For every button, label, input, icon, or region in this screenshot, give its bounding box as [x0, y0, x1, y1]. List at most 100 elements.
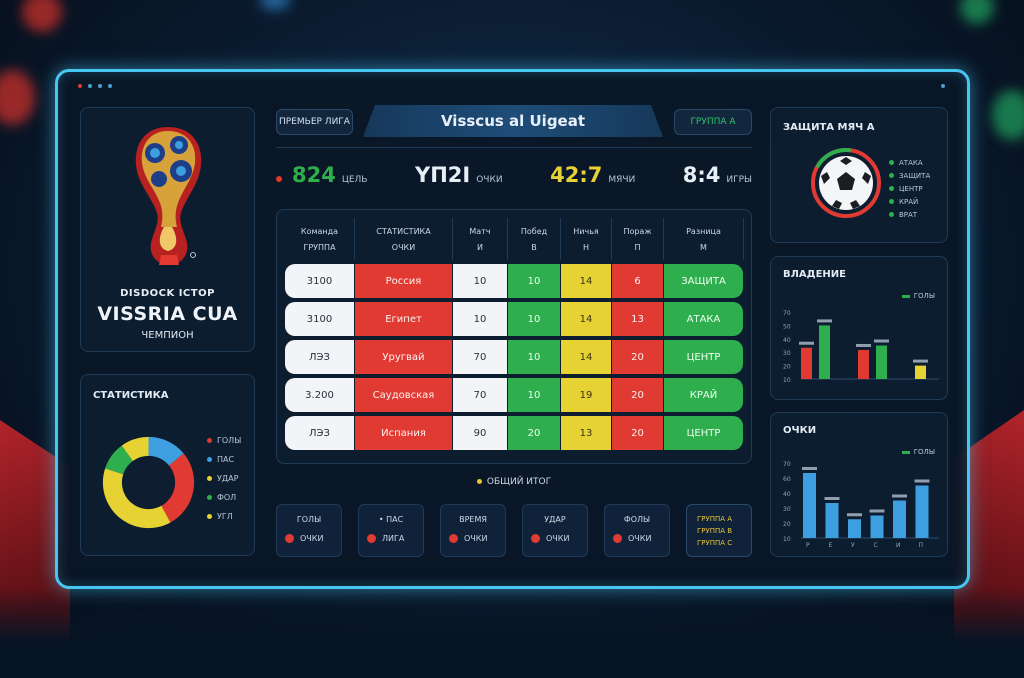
table-cell: 13 — [561, 416, 611, 450]
y-tick-label: 30 — [783, 506, 791, 513]
group-pill[interactable]: ГРУППА А — [674, 109, 752, 135]
stat-card-label: ОЧКИ — [300, 534, 324, 543]
legend-dot-icon — [207, 457, 212, 462]
score-value: 824 — [292, 163, 336, 187]
column-header-sublabel: Н — [582, 243, 589, 252]
legend-item: ЗАЩИТА — [889, 169, 930, 182]
table-cell: Саудовская — [355, 378, 452, 412]
table-cell: 20 — [508, 416, 560, 450]
table-cell: 3100 — [285, 264, 354, 298]
soccer-ball-icon — [811, 148, 881, 218]
legend-label: АТАКА — [899, 158, 923, 167]
stat-card-label: ОЧКИ — [628, 534, 652, 543]
background-floor — [0, 588, 1024, 678]
stat-card[interactable]: УДАР ОЧКИ — [522, 504, 588, 557]
score-value: 42:7 — [550, 163, 603, 187]
bar — [870, 515, 884, 538]
column-header[interactable]: Пораж П — [612, 218, 664, 260]
stat-card[interactable]: ФОЛЫ ОЧКИ — [604, 504, 670, 557]
bar-label-marker — [913, 359, 928, 363]
bar-chart-2: 70 60 40 30 20 10 Р Е У С И П — [783, 461, 939, 549]
league-pill[interactable]: ПРЕМЬЕР ЛИГА — [276, 109, 353, 135]
logo-caption: DISDOCK ICTOP — [120, 288, 215, 299]
footer-dot — [476, 479, 482, 484]
table-cell: Россия — [355, 264, 452, 298]
column-header-label: Разница — [686, 227, 721, 236]
legend-item: ГОЛЫ — [207, 431, 241, 450]
column-header[interactable]: Разница М — [664, 218, 744, 260]
column-header-sublabel: ГРУППА — [303, 243, 336, 252]
legend-label: ГОЛЫ — [217, 436, 242, 445]
column-header[interactable]: Ничья Н — [561, 218, 612, 260]
column-header[interactable]: Команда ГРУППА — [285, 218, 355, 260]
column-header-label: Пораж — [623, 227, 652, 236]
table-cell: ЦЕНТР — [664, 340, 743, 374]
stat-card-label: ОЧКИ — [464, 534, 488, 543]
legend-dot-icon — [889, 199, 894, 204]
table-cell: ЛЭЗ — [285, 416, 354, 450]
page-title: Visscus al Uigeat — [363, 105, 663, 137]
table-cell: 20 — [612, 340, 663, 374]
stat-card[interactable]: ВРЕМЯ ОЧКИ — [440, 504, 506, 557]
table-cell: 10 — [508, 340, 560, 374]
table-cell: 14 — [561, 264, 611, 298]
bar — [858, 349, 869, 379]
stat-card[interactable]: • ПАС ЛИГА — [358, 504, 424, 557]
bar-chart-1: 70 50 40 30 20 10 — [783, 310, 939, 384]
donut-hole — [122, 456, 175, 509]
bar — [803, 473, 816, 538]
donut-title: СТАТИСТИКА — [93, 390, 169, 401]
stat-card-value: ОЧКИ — [531, 534, 569, 543]
live-dot-icon — [276, 176, 282, 182]
stat-card-dot-icon — [449, 534, 458, 543]
legend-label: КРАЙ — [899, 197, 919, 206]
legend-item: КРАЙ — [889, 195, 930, 208]
dashboard-frame: DISDOCK ICTOP VISSRIA CUA ЧЕМПИОН СТАТИС… — [55, 69, 970, 589]
logo-title: VISSRIA CUA — [97, 303, 238, 325]
column-header[interactable]: Матч И — [453, 218, 508, 260]
x-tick-label: И — [896, 542, 901, 549]
table-cell: 10 — [453, 302, 507, 336]
bar — [915, 485, 929, 538]
legend-label: ЗАЩИТА — [899, 171, 931, 180]
stat-card-dot-icon — [613, 534, 622, 543]
score-label: ЦЕЛЬ — [341, 175, 368, 185]
ball-panel-title: ЗАЩИТА МЯЧ А — [783, 122, 875, 133]
y-tick-label: 20 — [783, 521, 791, 528]
bar-label-marker — [799, 341, 814, 345]
legend-dot-icon — [207, 495, 212, 500]
table-cell: 19 — [561, 378, 611, 412]
table-cell: 6 — [612, 264, 663, 298]
x-tick-label: Р — [806, 542, 810, 549]
bar-label-marker — [869, 509, 885, 513]
bar — [915, 365, 926, 379]
legend-label: ПАС — [217, 455, 235, 464]
table-cell: 10 — [453, 264, 507, 298]
y-tick-label: 20 — [783, 364, 791, 371]
bar-label-marker — [856, 343, 871, 347]
background-glow-blue — [260, 0, 290, 10]
column-header-sublabel: ОЧКИ — [391, 243, 416, 252]
legend-label: ВРАТ — [899, 210, 918, 219]
column-header[interactable]: СТАТИСТИКА ОЧКИ — [355, 218, 453, 260]
bar — [893, 500, 906, 538]
stat-card-value: ОЧКИ — [285, 534, 323, 543]
stat-card-label: ЛИГА — [382, 534, 405, 543]
table-cell: АТАКА — [664, 302, 743, 336]
table-cell: 3100 — [285, 302, 354, 336]
table-cell: Испания — [355, 416, 452, 450]
x-tick-label: Е — [829, 542, 833, 549]
table-cell: ЛЭЗ — [285, 340, 354, 374]
column-header[interactable]: Побед В — [508, 218, 561, 260]
score-block: 824 ЦЕЛЬ — [276, 163, 367, 187]
bar-label-marker — [914, 479, 930, 483]
score-block: 42:7 МЯЧИ — [550, 163, 635, 187]
table-cell: 10 — [508, 302, 560, 336]
groups-card[interactable]: ГРУППА A ГРУППА B ГРУППА C — [686, 504, 752, 557]
bar — [825, 503, 839, 538]
y-tick-label: 10 — [783, 536, 791, 543]
column-header-sublabel: В — [531, 243, 537, 252]
legend-label: ФОЛ — [217, 493, 237, 502]
stat-card[interactable]: ГОЛЫ ОЧКИ — [276, 504, 342, 557]
table-cell: 10 — [508, 378, 560, 412]
